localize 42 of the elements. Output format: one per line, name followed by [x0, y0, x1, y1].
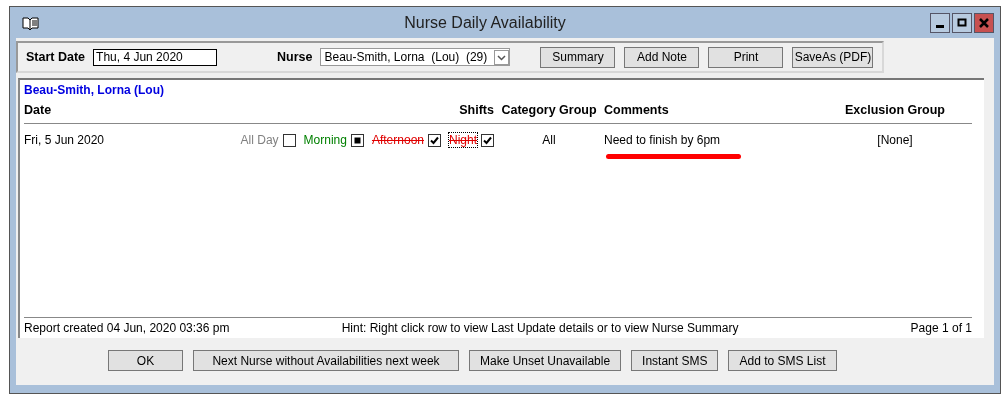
shift-label: Night: [449, 133, 477, 147]
report-created-text: Report created 04 Jun, 2020 03:36 pm: [24, 321, 230, 335]
nurse-dropdown[interactable]: Beau-Smith, Lorna (Lou) (29): [320, 48, 511, 66]
dialog-button[interactable]: Add to SMS List: [728, 350, 837, 371]
window-title: Nurse Daily Availability: [403, 13, 567, 32]
shift-label: Morning: [303, 133, 347, 147]
column-header: Exclusion Group: [845, 103, 945, 117]
toolbar-button[interactable]: Summary: [540, 46, 616, 68]
nurse-label: Nurse: [277, 50, 313, 64]
minimize-button[interactable]: [930, 12, 950, 33]
hint-text: Hint: Right click row to view Last Update details or to view Nurse Summary: [341, 321, 739, 335]
column-header: Shifts: [459, 103, 494, 117]
page-number: Page 1 of 1: [910, 321, 972, 335]
checkbox[interactable]: [481, 133, 494, 147]
toolbar-button[interactable]: SaveAs (PDF): [792, 46, 874, 68]
dialog-button[interactable]: Make Unset Unavailable: [469, 350, 622, 371]
book-icon: [22, 14, 40, 31]
column-header: Date: [24, 103, 53, 117]
close-icon: [979, 17, 989, 28]
nurse-heading: Beau-Smith, Lorna (Lou): [24, 83, 165, 97]
minimize-icon: [936, 24, 944, 28]
maximize-button[interactable]: [952, 12, 972, 33]
maximize-icon: [957, 17, 967, 28]
date-cell-text: Fri, 5 Jun 2020: [24, 133, 106, 147]
comment-cell: Need to finish by 6pm: [604, 133, 721, 147]
close-button[interactable]: [974, 12, 994, 33]
toolbar-button[interactable]: Add Note: [624, 46, 700, 68]
dialog-button[interactable]: Next Nurse without Availabilities next week: [193, 350, 459, 371]
dialog-button[interactable]: OK: [108, 350, 183, 371]
shift-label: Afternoon: [371, 133, 424, 147]
toolbar-button[interactable]: Print: [708, 46, 784, 68]
start-date-field[interactable]: Thu, 4 Jun 2020: [93, 48, 218, 66]
start-date-label: Start Date: [26, 50, 86, 64]
checkbox[interactable]: [350, 133, 364, 147]
dialog-button[interactable]: Instant SMS: [631, 350, 719, 371]
category-cell: All: [542, 133, 556, 147]
checkbox[interactable]: [282, 133, 296, 147]
exclusion-cell: [None]: [877, 133, 913, 147]
shift-label: All Day: [240, 133, 279, 147]
checkbox[interactable]: [428, 133, 441, 147]
column-header: Category Group: [501, 103, 597, 117]
column-header: Comments: [604, 103, 670, 117]
